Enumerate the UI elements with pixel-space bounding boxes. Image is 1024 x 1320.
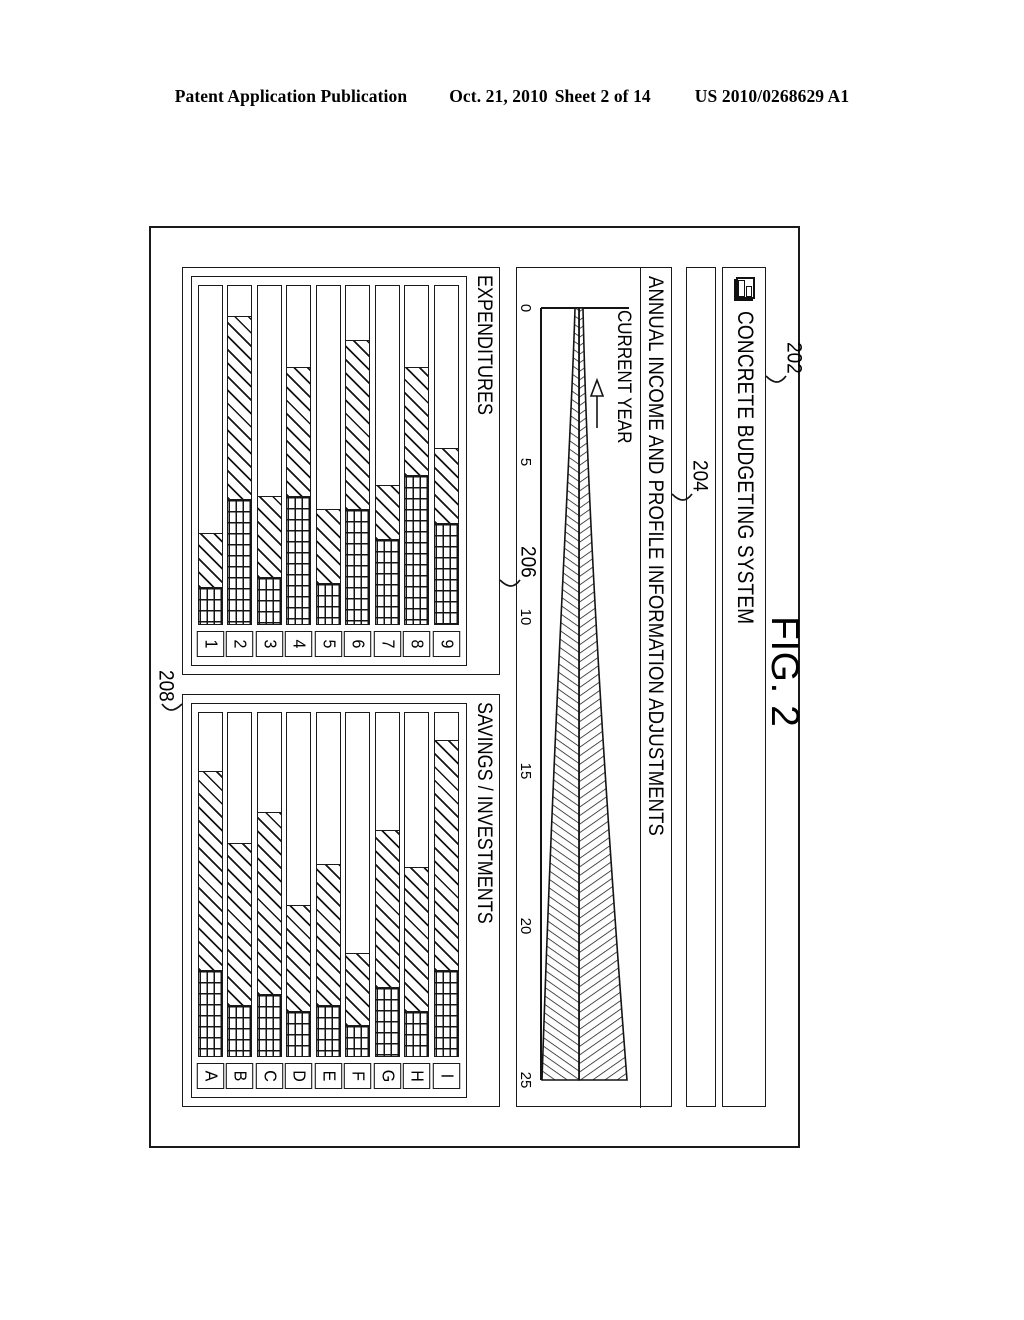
- publication-label: Patent Application Publication: [174, 86, 408, 106]
- reference-callouts: 202 204 206 208: [149, 226, 805, 1148]
- publication-date: Oct. 21, 2010: [449, 86, 548, 106]
- callout-206: 206: [515, 546, 540, 578]
- patent-number: US 2010/0268629 A1: [694, 86, 850, 106]
- callout-202: 202: [781, 342, 806, 374]
- figure-drawing: CONCRETE BUDGETING SYSTEM ANNUAL INCOME …: [149, 226, 805, 1148]
- figure-label: FIG. 2: [763, 616, 806, 728]
- publication-header: Patent Application Publication Oct. 21, …: [0, 86, 1024, 107]
- callout-204: 204: [687, 460, 712, 492]
- sheet-number: Sheet 2 of 14: [554, 86, 651, 106]
- callout-208: 208: [153, 670, 178, 702]
